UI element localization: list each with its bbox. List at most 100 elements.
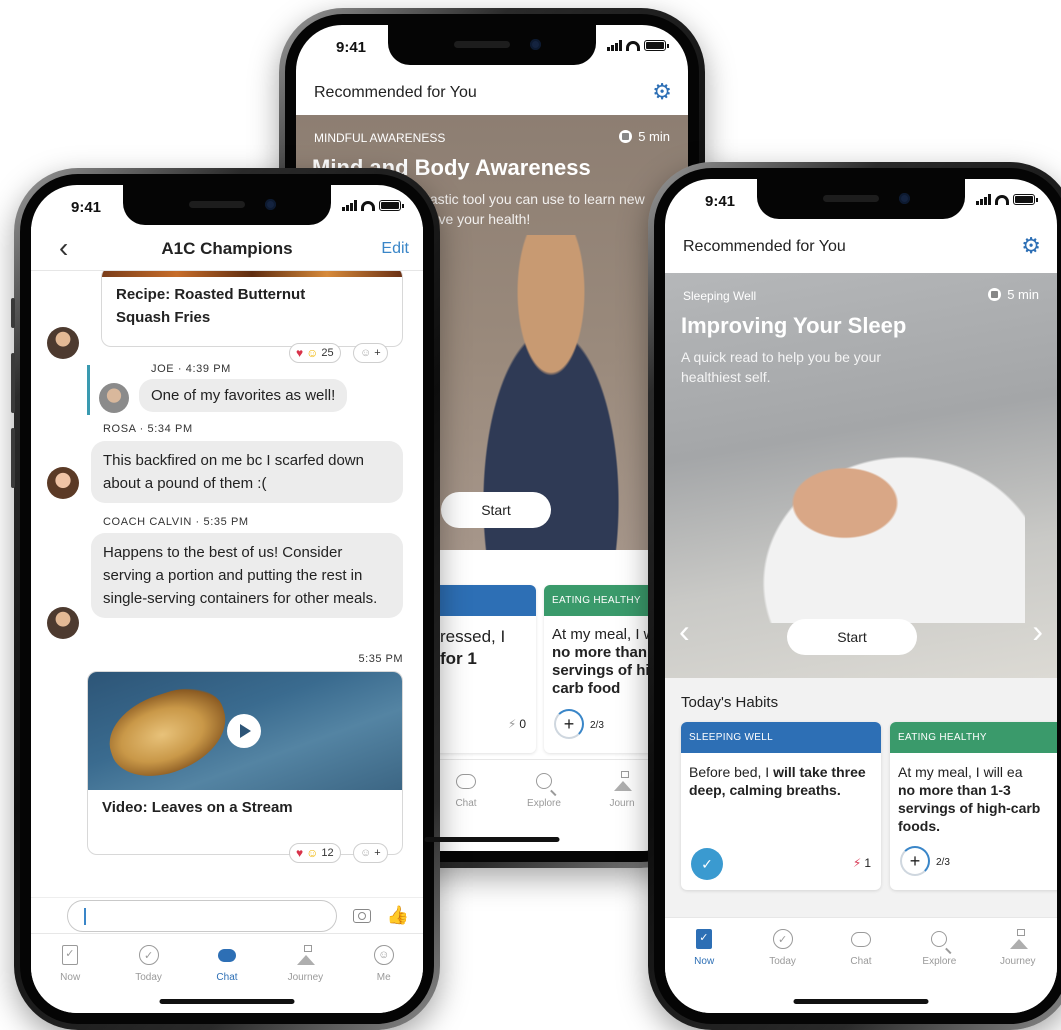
reaction-badge[interactable]: ♥ ☺ 25 — [289, 343, 341, 363]
hero-card-sleep[interactable]: Sleeping Well 5 min Improving Your Sleep… — [665, 273, 1057, 678]
back-button[interactable]: ‹ — [59, 234, 68, 262]
journey-icon — [611, 770, 633, 792]
habits-section: Today's Habits SLEEPING WELL Before bed,… — [665, 678, 1057, 918]
message-sender: COACH CALVIN · 5:35 PM — [103, 516, 249, 528]
home-indicator — [424, 837, 560, 842]
journey-icon — [1007, 928, 1029, 950]
status-time: 9:41 — [336, 39, 367, 56]
habit-streak: ⚡ 0 — [507, 717, 526, 731]
message-bubble: Happens to the best of us! Consider serv… — [91, 533, 403, 618]
camera-icon[interactable] — [352, 908, 371, 923]
gear-icon[interactable]: ⚙ — [652, 79, 672, 105]
explore-icon — [928, 928, 950, 950]
habit-text: Before bed, I will take three deep, calm… — [689, 764, 866, 798]
composer: 👍 — [31, 897, 423, 933]
hero-duration: 5 min — [988, 287, 1039, 302]
start-button[interactable]: Start — [787, 619, 917, 655]
chat-icon — [850, 928, 872, 950]
habit-text: At my meal, I will ea no more than 1-3 se… — [898, 764, 1041, 834]
tab-journey[interactable]: Journey — [988, 928, 1048, 1013]
video-thumbnail[interactable] — [88, 672, 402, 790]
hero-category: MINDFUL AWARENESS — [314, 131, 446, 145]
video-title: Video: Leaves on a Stream — [102, 799, 293, 816]
notch — [388, 25, 596, 65]
message-input[interactable] — [67, 899, 337, 932]
message-bubble: This backfired on me bc I scarfed down a… — [91, 441, 403, 503]
hero-person-image — [725, 423, 1025, 623]
avatar[interactable] — [47, 327, 79, 359]
now-icon — [59, 944, 81, 966]
battery-icon — [644, 40, 669, 51]
phone-sleep-screen: 9:41 Recommended for You ⚙ Sleeping Well… — [665, 179, 1057, 1013]
hero-category: Sleeping Well — [683, 289, 757, 303]
home-indicator — [159, 999, 295, 1004]
gear-icon[interactable]: ⚙ — [1021, 233, 1041, 259]
next-arrow-icon[interactable]: › — [1032, 613, 1043, 650]
thumbs-up-icon[interactable]: 👍 — [387, 905, 409, 926]
recipe-card[interactable]: Recipe: Roasted Butternut Squash Fries — [101, 271, 403, 347]
journey-icon — [294, 944, 316, 966]
recipe-title: Recipe: Roasted Butternut Squash Fries — [116, 286, 306, 326]
thread-reply-bar — [87, 365, 90, 415]
message-timestamp: 5:35 PM — [358, 653, 403, 665]
habit-card-sleeping[interactable]: SLEEPING WELL Before bed, I will take th… — [681, 722, 881, 890]
habit-progress: 2/3 — [590, 720, 604, 731]
habit-header: SLEEPING WELL — [681, 722, 881, 753]
page-title-text: Recommended for You — [314, 84, 477, 101]
reaction-badge[interactable]: ♥ ☺ 12 — [289, 843, 341, 863]
completed-check-icon[interactable]: ✓ — [691, 848, 723, 880]
habits-title: Today's Habits — [681, 694, 779, 711]
phone-chat-screen: 9:41 ‹ A1C Champions Edit Recipe: Roaste… — [31, 185, 423, 1013]
previous-arrow-icon[interactable]: ‹ — [679, 613, 690, 650]
hero-subtitle: tastic tool you can use to learn new rove… — [426, 191, 645, 227]
signal-icon — [976, 194, 991, 205]
add-reaction-button[interactable]: ☺ + — [353, 843, 388, 863]
avatar[interactable] — [47, 467, 79, 499]
hero-title: Improving Your Sleep — [681, 313, 907, 338]
notch — [757, 179, 965, 219]
message-list[interactable]: Recipe: Roasted Butternut Squash Fries ♥… — [31, 271, 423, 897]
battery-icon — [1013, 194, 1038, 205]
play-icon[interactable] — [227, 714, 261, 748]
habit-header: EATING HEALTHY — [890, 722, 1057, 753]
heart-icon: ♥ — [296, 846, 304, 860]
message-sender: JOE · 4:39 PM — [151, 363, 231, 375]
page-title: Recommended for You ⚙ — [296, 71, 688, 115]
wifi-icon — [995, 194, 1009, 205]
today-icon: ✓ — [772, 928, 794, 950]
tab-me[interactable]: ☺ Me — [354, 944, 414, 1013]
now-icon — [693, 928, 715, 950]
conversation-title: A1C Champions — [161, 238, 293, 258]
tab-now[interactable]: Now — [40, 944, 100, 1013]
chat-icon — [455, 770, 477, 792]
add-progress-button[interactable]: + — [900, 846, 930, 876]
wifi-icon — [361, 200, 375, 211]
page-title: Recommended for You ⚙ — [665, 225, 1057, 269]
video-card[interactable]: Video: Leaves on a Stream — [87, 671, 403, 855]
add-progress-button[interactable]: + — [554, 709, 584, 739]
tab-journey[interactable]: Journ — [592, 770, 652, 851]
add-emoji-icon: ☺ — [360, 847, 372, 859]
wifi-icon — [626, 40, 640, 51]
add-reaction-button[interactable]: ☺ + — [353, 343, 388, 363]
habit-progress: 2/3 — [936, 857, 950, 868]
status-time: 9:41 — [71, 199, 102, 216]
notch — [123, 185, 331, 225]
bolt-icon: ⚡ — [507, 717, 517, 731]
hero-duration: 5 min — [619, 129, 670, 144]
battery-icon — [379, 200, 404, 211]
avatar[interactable] — [99, 383, 129, 413]
status-time: 9:41 — [705, 193, 736, 210]
hero-subtitle: A quick read to help you be your healthi… — [681, 349, 882, 385]
signal-icon — [607, 40, 622, 51]
tab-now[interactable]: Now — [674, 928, 734, 1013]
explore-icon — [533, 770, 555, 792]
avatar[interactable] — [47, 607, 79, 639]
start-button[interactable]: Start — [441, 492, 551, 528]
phone-chat: 9:41 ‹ A1C Champions Edit Recipe: Roaste… — [11, 168, 440, 1030]
edit-button[interactable]: Edit — [381, 240, 409, 258]
message-sender: ROSA · 5:34 PM — [103, 423, 193, 435]
article-icon — [988, 288, 1002, 301]
habit-card-eating[interactable]: EATING HEALTHY At my meal, I will ea no m… — [890, 722, 1057, 890]
today-icon: ✓ — [138, 944, 160, 966]
